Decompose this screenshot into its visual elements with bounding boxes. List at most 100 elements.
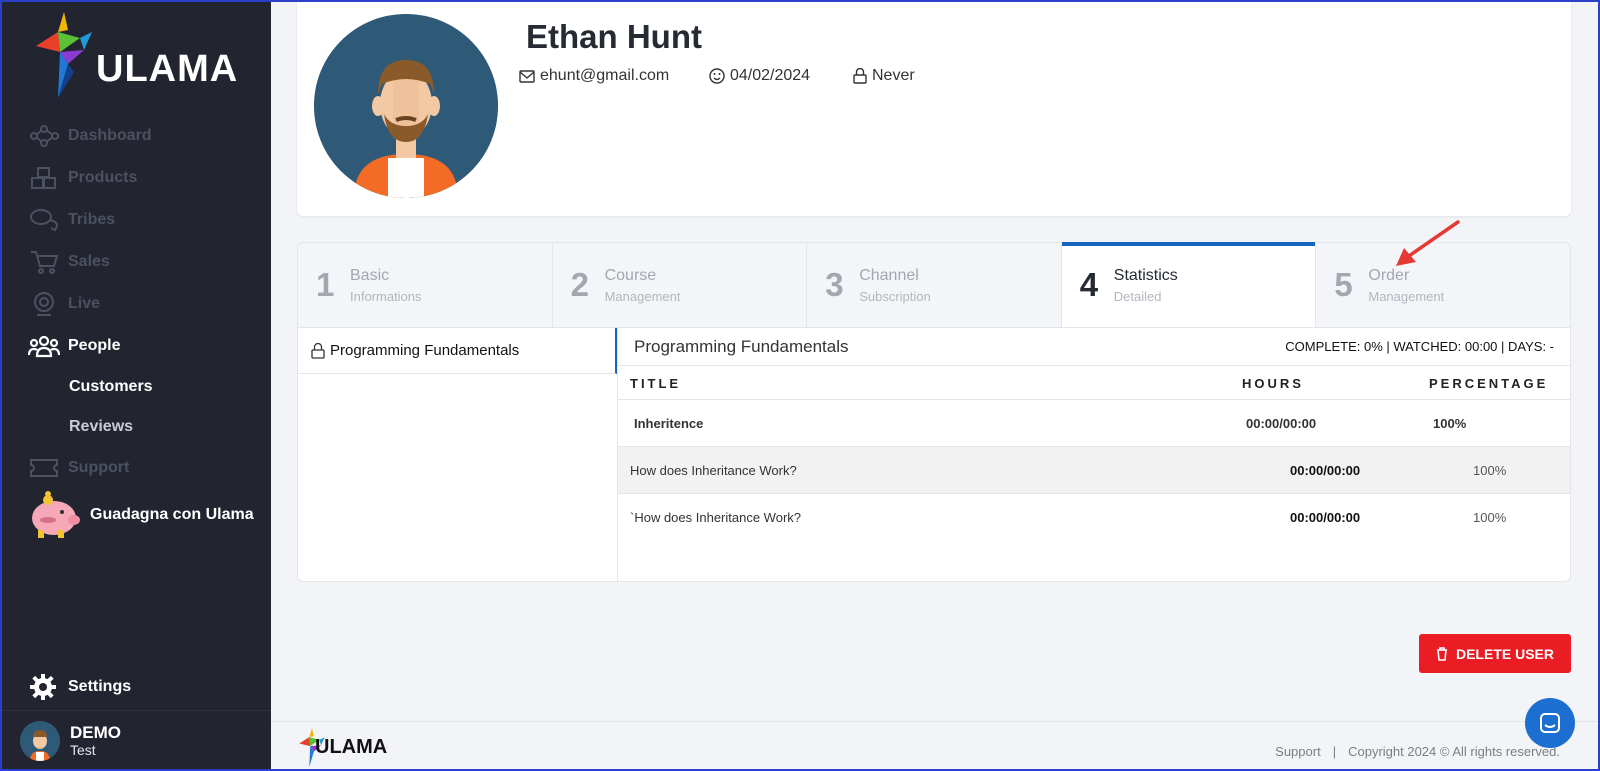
- table-row-section: Inheritence 00:00/00:00 100%: [618, 400, 1570, 447]
- tab-title: Course: [604, 266, 657, 284]
- avatar: [20, 721, 60, 761]
- network-icon: [28, 123, 60, 149]
- table-row: `How does Inheritance Work? 00:00/00:00 …: [618, 494, 1570, 541]
- sidebar-subitem-label: Reviews: [69, 418, 134, 435]
- tab-basic-informations[interactable]: 1 Basic Informations: [298, 243, 553, 327]
- logo-text: ULAMA: [96, 48, 239, 90]
- table-header: TITLE HOURS PERCENTAGE: [618, 366, 1570, 400]
- ticket-icon: [28, 455, 60, 481]
- sidebar-item-support[interactable]: Support: [0, 447, 271, 489]
- profile-last-login: Never: [853, 67, 915, 85]
- footer-copyright: Copyright 2024 © All rights reserved.: [1348, 744, 1560, 759]
- tab-number: 1: [316, 266, 335, 303]
- tab-subtitle: Management: [604, 288, 681, 304]
- row-hours: 00:00/00:00: [1290, 510, 1361, 525]
- sidebar-item-tribes[interactable]: Tribes: [0, 199, 271, 241]
- user-role: Test: [70, 742, 96, 758]
- sidebar-nav: Dashboard Products Tribes Sales Live Peo…: [0, 115, 271, 489]
- sidebar: ULAMA Dashboard Products Tribes Sales Li…: [0, 0, 271, 771]
- table-row: How does Inheritance Work? 00:00/00:00 1…: [618, 447, 1570, 494]
- boxes-icon: [28, 165, 60, 191]
- sidebar-item-people[interactable]: People: [0, 325, 271, 367]
- sidebar-item-settings[interactable]: Settings: [28, 672, 131, 702]
- delete-user-label: DELETE USER: [1455, 645, 1554, 662]
- row-percentage: 100%: [1473, 463, 1507, 478]
- sidebar-item-label: Sales: [68, 253, 110, 270]
- course-list-item[interactable]: Programming Fundamentals: [298, 328, 617, 374]
- row-title: Inheritence: [634, 416, 704, 431]
- course-title: Programming Fundamentals: [330, 342, 520, 359]
- profile-date-value: 04/02/2024: [730, 67, 811, 84]
- sidebar-item-label: Dashboard: [68, 127, 152, 144]
- chat-launcher-button[interactable]: [1525, 698, 1575, 748]
- profile-last-login-value: Never: [872, 67, 915, 84]
- footer-links: Support | Copyright 2024 © All rights rese…: [1275, 744, 1560, 759]
- footer: ULAMA Support | Copyright 2024 © All right…: [271, 721, 1600, 771]
- chat-icon: [28, 207, 60, 233]
- profile-email-value: ehunt@gmail.com: [540, 67, 670, 84]
- webcam-icon: [28, 291, 60, 317]
- row-percentage: 100%: [1433, 416, 1467, 431]
- tab-subtitle: Subscription: [859, 288, 931, 304]
- row-title: `How does Inheritance Work?: [630, 510, 802, 525]
- column-header-title: TITLE: [630, 376, 682, 391]
- profile-avatar: [314, 14, 498, 198]
- sidebar-item-label: Settings: [68, 678, 132, 695]
- user-name: DEMO: [70, 723, 121, 742]
- lock-icon: [311, 342, 325, 359]
- stats-summary: COMPLETE: 0% | WATCHED: 00:00 | DAYS: -: [1285, 339, 1554, 354]
- annotation-arrow-icon: [1396, 220, 1460, 266]
- tab-statistics-detailed[interactable]: 4 Statistics Detailed: [1061, 242, 1317, 327]
- footer-logo-text: ULAMA: [315, 736, 388, 758]
- sidebar-item-label: Guadagna con Ulama: [90, 506, 254, 523]
- profile-email[interactable]: ehunt@gmail.com: [519, 67, 669, 85]
- row-hours: 00:00/00:00: [1246, 416, 1317, 431]
- sidebar-item-products[interactable]: Products: [0, 157, 271, 199]
- sidebar-subitem-reviews[interactable]: Reviews: [0, 407, 271, 447]
- smiley-icon: [709, 68, 725, 84]
- profile-tabs: 1 Basic Informations 2 Course Management 3…: [297, 242, 1571, 328]
- current-user[interactable]: DEMO Test: [0, 710, 271, 771]
- course-list: Programming Fundamentals: [298, 328, 618, 581]
- tab-title: Basic: [350, 266, 390, 284]
- sidebar-item-guadagna[interactable]: Guadagna con Ulama: [26, 490, 254, 540]
- sidebar-item-label: Tribes: [68, 211, 116, 228]
- piggy-bank-icon: [32, 491, 80, 538]
- tab-course-management[interactable]: 2 Course Management: [553, 243, 808, 327]
- stats-title: Programming Fundamentals: [634, 336, 849, 356]
- tab-number: 4: [1079, 266, 1099, 303]
- statistics-panel: Programming Fundamentals Programming Fun…: [297, 328, 1571, 582]
- sidebar-item-label: People: [68, 337, 121, 354]
- envelope-icon: [519, 69, 535, 83]
- chat-icon: [1540, 713, 1560, 733]
- tab-number: 3: [825, 266, 844, 303]
- sidebar-item-label: Support: [68, 459, 130, 476]
- column-header-hours: HOURS: [1242, 376, 1304, 391]
- bird-logo-icon: [36, 12, 92, 98]
- people-icon: [28, 333, 60, 359]
- tab-channel-subscription[interactable]: 3 Channel Subscription: [807, 243, 1062, 327]
- ulama-logo[interactable]: ULAMA: [34, 12, 244, 100]
- footer-support-link[interactable]: Support: [1275, 744, 1321, 759]
- sidebar-item-dashboard[interactable]: Dashboard: [0, 115, 271, 157]
- lock-icon: [853, 68, 867, 84]
- course-stats: Programming Fundamentals COMPLETE: 0% | …: [618, 328, 1570, 541]
- tab-number: 2: [570, 266, 589, 303]
- gear-icon: [30, 674, 56, 700]
- tab-subtitle: Detailed: [1113, 288, 1162, 304]
- trash-icon: [1436, 646, 1447, 661]
- delete-user-button[interactable]: DELETE USER: [1419, 634, 1571, 673]
- sidebar-item-label: Live: [68, 295, 101, 312]
- row-title: How does Inheritance Work?: [630, 463, 797, 478]
- footer-separator: |: [1332, 744, 1337, 759]
- tab-title: Statistics: [1113, 266, 1178, 284]
- sidebar-subitem-label: Customers: [69, 378, 153, 395]
- sidebar-item-live[interactable]: Live: [0, 283, 271, 325]
- sidebar-item-sales[interactable]: Sales: [0, 241, 271, 283]
- cart-icon: [28, 249, 60, 275]
- profile-name: Ethan Hunt: [526, 18, 702, 55]
- sidebar-subitem-customers[interactable]: Customers: [0, 367, 271, 407]
- row-hours: 00:00/00:00: [1290, 463, 1361, 478]
- profile-date: 04/02/2024: [709, 67, 810, 85]
- column-header-percentage: PERCENTAGE: [1429, 376, 1549, 391]
